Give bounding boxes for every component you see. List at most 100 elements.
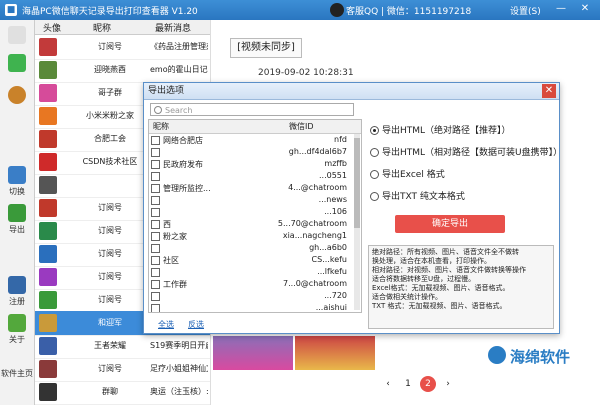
row-checkbox[interactable]	[151, 304, 160, 312]
table-row[interactable]: ...0551	[149, 170, 361, 182]
select-all-link[interactable]: 全选	[158, 319, 174, 330]
option-excel[interactable]: 导出Excel 格式	[370, 167, 445, 180]
avatar	[39, 84, 57, 102]
row-nickname: 工作群	[163, 280, 187, 289]
settings-menu[interactable]: 设置(S)	[510, 4, 541, 17]
nav-homepage-label: 软件主页	[1, 369, 33, 378]
search-input[interactable]: Search	[150, 103, 354, 116]
contact-name: 订阅号	[98, 226, 122, 235]
nav-about[interactable]: 关于	[3, 314, 31, 345]
contact-name: 订阅号	[98, 203, 122, 212]
radio-icon[interactable]	[370, 170, 379, 179]
qq-avatar-icon	[330, 3, 344, 17]
radio-icon[interactable]	[370, 126, 379, 135]
row-wechat-id: ...news	[318, 195, 347, 204]
table-row[interactable]: ...lfkefu	[149, 266, 361, 278]
contact-name: 订阅号	[98, 364, 122, 373]
nav-switch[interactable]: 切换	[3, 166, 31, 197]
minimize-button[interactable]: —	[554, 2, 568, 16]
nav-chats[interactable]	[3, 26, 31, 46]
table-row[interactable]: 民政府发布 mzffb	[149, 158, 361, 170]
table-row[interactable]: 粉之家 xia...nagcheng1	[149, 230, 361, 242]
table-scrollbar[interactable]	[354, 134, 360, 310]
row-checkbox[interactable]	[151, 232, 160, 241]
dialog-title: 导出选项	[148, 86, 185, 96]
table-row[interactable]: ...720	[149, 290, 361, 302]
row-checkbox[interactable]	[151, 220, 160, 229]
contact-name: 合肥工会	[94, 134, 126, 143]
avatar	[39, 245, 57, 263]
radio-icon[interactable]	[370, 192, 379, 201]
contact-row[interactable]: 订阅号 足疗小姐姐神仙文	[35, 357, 210, 382]
option-html-relative[interactable]: 导出HTML（相对路径【数据可装U盘携带】）	[370, 145, 562, 158]
note-line: TXT 格式：无加载视频、图片、语音格式。	[372, 302, 507, 310]
table-row[interactable]: ...aishui	[149, 302, 361, 312]
table-row[interactable]: 网络合肥店 nfd	[149, 134, 361, 146]
contact-name: 订阅号	[98, 249, 122, 258]
row-checkbox[interactable]	[151, 136, 160, 145]
table-row[interactable]: 工作群 7...0@chatroom	[149, 278, 361, 290]
watermark-logo-icon	[488, 346, 506, 364]
pager-next[interactable]: ›	[440, 376, 456, 392]
contact-row[interactable]: 王者荣耀 S19赛季明日开启	[35, 334, 210, 359]
row-nickname: 民政府发布	[163, 160, 203, 169]
note-line: 绝对路径：所有视频、图片、语音文件全不做转	[372, 248, 519, 256]
pager-prev[interactable]: ‹	[380, 376, 396, 392]
nav-register[interactable]: 注册	[3, 276, 31, 307]
nav-chat-active[interactable]	[3, 54, 31, 74]
nav-homepage[interactable]: 软件主页	[0, 368, 34, 379]
page-1[interactable]: 1	[400, 376, 416, 392]
col-nickname: 昵称	[93, 24, 112, 34]
video-placeholder[interactable]: [视频未同步]	[230, 38, 302, 58]
contact-row[interactable]: 订阅号 《药品注册管理办法	[35, 35, 210, 60]
row-checkbox[interactable]	[151, 160, 160, 169]
option-txt[interactable]: 导出TXT 纯文本格式	[370, 189, 465, 202]
confirm-export-button[interactable]: 确定导出	[395, 215, 505, 233]
scrollbar-thumb[interactable]	[354, 138, 360, 228]
row-checkbox[interactable]	[151, 172, 160, 181]
row-wechat-id: CS...kefu	[311, 255, 347, 264]
export-dialog: 导出选项 ✕ Search 昵称 微信ID 网络合肥店 nfd gh...df4da…	[143, 82, 562, 334]
nav-switch-label: 切换	[9, 187, 25, 196]
chat-image[interactable]	[295, 336, 375, 370]
row-wechat-id: ...720	[324, 291, 347, 300]
table-row[interactable]: 管理所监控... 4...@chatroom	[149, 182, 361, 194]
contact-row[interactable]: 迎晓燕酉 emo的霍山日记	[35, 58, 210, 83]
row-checkbox[interactable]	[151, 292, 160, 301]
close-window-button[interactable]: ✕	[578, 2, 592, 16]
row-nickname: 管理所监控...	[163, 184, 211, 193]
table-row[interactable]: ...106	[149, 206, 361, 218]
row-checkbox[interactable]	[151, 244, 160, 253]
nav-export[interactable]: 导出	[3, 204, 31, 235]
row-checkbox[interactable]	[151, 208, 160, 217]
radio-icon[interactable]	[370, 148, 379, 157]
register-icon	[8, 276, 26, 294]
export-notes: 绝对路径：所有视频、图片、语音文件全不做转 换处理，适合在本机查看，打印操作。 …	[368, 245, 554, 329]
contact-row[interactable]: 群聊 奥运（注玉核）:	[35, 380, 210, 405]
nav-contacts[interactable]	[3, 86, 31, 106]
row-checkbox[interactable]	[151, 196, 160, 205]
row-checkbox[interactable]	[151, 256, 160, 265]
table-row[interactable]: gh...a6b0	[149, 242, 361, 254]
avatar	[39, 176, 57, 194]
table-row[interactable]: 西 5...70@chatroom	[149, 218, 361, 230]
avatar	[39, 153, 57, 171]
chat-image[interactable]	[213, 336, 293, 370]
col-avatar: 头像	[43, 24, 62, 34]
row-checkbox[interactable]	[151, 280, 160, 289]
dialog-close-button[interactable]: ✕	[542, 84, 556, 98]
table-row[interactable]: 社区 CS...kefu	[149, 254, 361, 266]
row-checkbox[interactable]	[151, 148, 160, 157]
row-checkbox[interactable]	[151, 184, 160, 193]
table-row[interactable]: ...news	[149, 194, 361, 206]
option-html-absolute[interactable]: 导出HTML（绝对路径【推荐】）	[370, 123, 511, 136]
nav-export-label: 导出	[9, 225, 25, 234]
page-2[interactable]: 2	[420, 376, 436, 392]
avatar	[39, 107, 57, 125]
table-row[interactable]: gh...df4dal6b7	[149, 146, 361, 158]
row-nickname: 西	[163, 220, 171, 229]
row-checkbox[interactable]	[151, 268, 160, 277]
row-wechat-id: ...aishui	[315, 303, 347, 312]
invert-selection-link[interactable]: 反选	[188, 319, 204, 330]
row-nickname: 粉之家	[163, 232, 187, 241]
